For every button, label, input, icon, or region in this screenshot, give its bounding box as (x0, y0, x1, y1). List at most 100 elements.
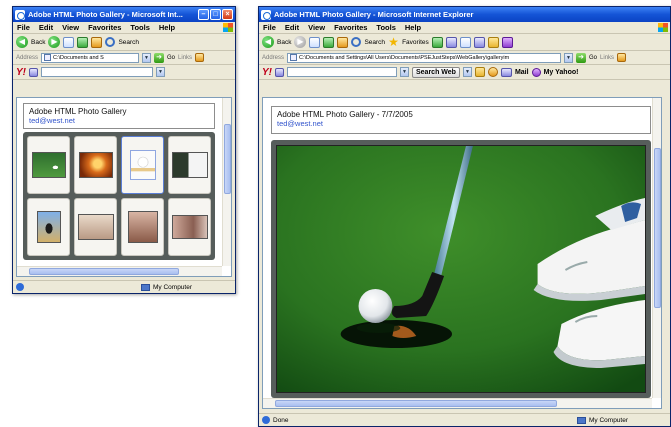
media-icon[interactable] (431, 36, 443, 48)
golf-putt-photo (277, 146, 645, 392)
forward-arrow-icon[interactable]: ▶ (48, 36, 61, 48)
right-yahoo-toolbar: Y! ▼ Search Web ▼ Mail My Yahoo! (259, 65, 670, 80)
right-hscroll-thumb[interactable] (275, 400, 557, 407)
menu-edit[interactable]: Edit (285, 23, 299, 32)
menu-help[interactable]: Help (159, 23, 175, 32)
yahoo-logo-icon[interactable]: Y! (262, 67, 272, 78)
right-address-bar: Address C:\Documents and Settings\All Us… (259, 51, 670, 65)
address-dropdown-icon[interactable]: ▼ (142, 52, 152, 63)
gallery-email-link[interactable]: ted@west.net (277, 119, 645, 128)
search-icon[interactable] (105, 37, 116, 47)
left-vscroll-thumb[interactable] (224, 124, 231, 194)
right-status-text: Done (273, 416, 289, 424)
large-photo-frame (271, 140, 651, 398)
menu-help[interactable]: Help (405, 23, 421, 32)
search-web-dropdown-icon[interactable]: ▼ (462, 67, 472, 77)
stop-icon[interactable] (63, 36, 75, 48)
close-button[interactable]: × (222, 9, 233, 20)
left-horizontal-scrollbar[interactable] (17, 266, 222, 276)
thumbnail-3[interactable] (121, 136, 164, 194)
status-page-icon (262, 416, 270, 424)
right-browser-window: Adobe HTML Photo Gallery - Microsoft Int… (258, 6, 671, 427)
favorites-star-icon[interactable]: ★ (388, 36, 399, 48)
go-button-label[interactable]: Go (589, 55, 597, 61)
search-web-button[interactable]: Search Web (412, 66, 460, 78)
links-label[interactable]: Links (600, 55, 614, 61)
right-vscroll-thumb[interactable] (654, 148, 661, 308)
left-hscroll-thumb[interactable] (29, 268, 179, 275)
maximize-button[interactable]: □ (210, 9, 221, 20)
menu-view[interactable]: View (308, 23, 325, 32)
home-icon[interactable] (337, 36, 349, 48)
favorites-button-label[interactable]: Favorites (402, 39, 429, 46)
left-browser-window: Adobe HTML Photo Gallery - Microsoft Int… (12, 6, 236, 294)
folder-icon[interactable] (487, 36, 499, 48)
mail-icon[interactable] (459, 36, 471, 48)
my-yahoo-icon[interactable] (531, 67, 541, 77)
go-arrow-icon[interactable]: ➜ (576, 52, 587, 63)
highlight-icon[interactable] (474, 67, 485, 77)
menu-tools[interactable]: Tools (130, 23, 149, 32)
messenger-icon[interactable] (501, 36, 513, 48)
menu-file[interactable]: File (263, 23, 276, 32)
search-icon[interactable] (351, 37, 362, 47)
back-button-label[interactable]: Back (31, 39, 45, 46)
thumbnail-4[interactable] (168, 136, 211, 194)
yahoo-search-dropdown-icon[interactable]: ▼ (400, 67, 409, 77)
yahoo-logo-icon[interactable]: Y! (16, 67, 26, 78)
thumbnail-5[interactable] (27, 198, 70, 256)
menu-edit[interactable]: Edit (39, 23, 53, 32)
go-arrow-icon[interactable]: ➜ (154, 52, 165, 63)
thumbnail-2[interactable] (74, 136, 117, 194)
forward-arrow-icon[interactable]: ▶ (294, 36, 307, 48)
right-horizontal-scrollbar[interactable] (263, 398, 652, 408)
left-address-input[interactable]: C:\Documents and S (41, 52, 140, 63)
pencil-icon[interactable] (29, 67, 38, 77)
yahoo-search-dropdown-icon[interactable]: ▼ (156, 67, 165, 77)
right-vertical-scrollbar[interactable] (652, 98, 661, 398)
menu-view[interactable]: View (62, 23, 79, 32)
left-yahoo-search-input[interactable] (41, 67, 153, 77)
gallery-title: Adobe HTML Photo Gallery - 7/7/2005 (277, 110, 413, 119)
thumbnail-8[interactable] (168, 198, 211, 256)
refresh-icon[interactable] (77, 36, 89, 48)
refresh-icon[interactable] (323, 36, 335, 48)
left-zone-label: My Computer (153, 283, 193, 291)
stop-icon[interactable] (309, 36, 321, 48)
golf-photo[interactable] (276, 145, 646, 393)
thumbnail-7[interactable] (121, 198, 164, 256)
back-arrow-icon[interactable]: ◀ (262, 36, 274, 48)
menu-favorites[interactable]: Favorites (334, 23, 367, 32)
yahoo-mail-link[interactable]: Mail (515, 69, 529, 76)
menu-tools[interactable]: Tools (376, 23, 395, 32)
links-extra-icon[interactable] (195, 53, 205, 62)
my-yahoo-link[interactable]: My Yahoo! (544, 69, 579, 76)
right-address-input[interactable]: C:\Documents and Settings\All Users\Docu… (287, 52, 562, 63)
minimize-button[interactable]: – (198, 9, 209, 20)
menu-file[interactable]: File (17, 23, 30, 32)
print-icon[interactable] (473, 36, 485, 48)
left-yahoo-toolbar: Y! ▼ (13, 65, 235, 80)
menu-favorites[interactable]: Favorites (88, 23, 121, 32)
search-button-label[interactable]: Search (364, 39, 385, 46)
address-dropdown-icon[interactable]: ▼ (564, 52, 574, 63)
search-button-label[interactable]: Search (118, 39, 139, 46)
sun-icon[interactable] (487, 67, 498, 77)
thumbnail-6[interactable] (74, 198, 117, 256)
links-extra-icon[interactable] (617, 53, 627, 62)
pencil-icon[interactable] (275, 67, 284, 77)
left-status-bar: My Computer (13, 280, 235, 293)
back-button-label[interactable]: Back (277, 39, 291, 46)
mail-envelope-icon[interactable] (500, 67, 512, 77)
left-title-bar[interactable]: Adobe HTML Photo Gallery - Microsoft Int… (13, 7, 235, 22)
links-label[interactable]: Links (178, 55, 192, 61)
gallery-email-link[interactable]: ted@west.net (29, 116, 209, 125)
right-title-bar[interactable]: Adobe HTML Photo Gallery - Microsoft Int… (259, 7, 670, 22)
right-yahoo-search-input[interactable] (287, 67, 397, 77)
back-arrow-icon[interactable]: ◀ (16, 36, 28, 48)
thumbnail-1[interactable] (27, 136, 70, 194)
history-icon[interactable] (445, 36, 457, 48)
home-icon[interactable] (91, 36, 103, 48)
go-button-label[interactable]: Go (167, 55, 175, 61)
left-vertical-scrollbar[interactable] (222, 98, 231, 266)
